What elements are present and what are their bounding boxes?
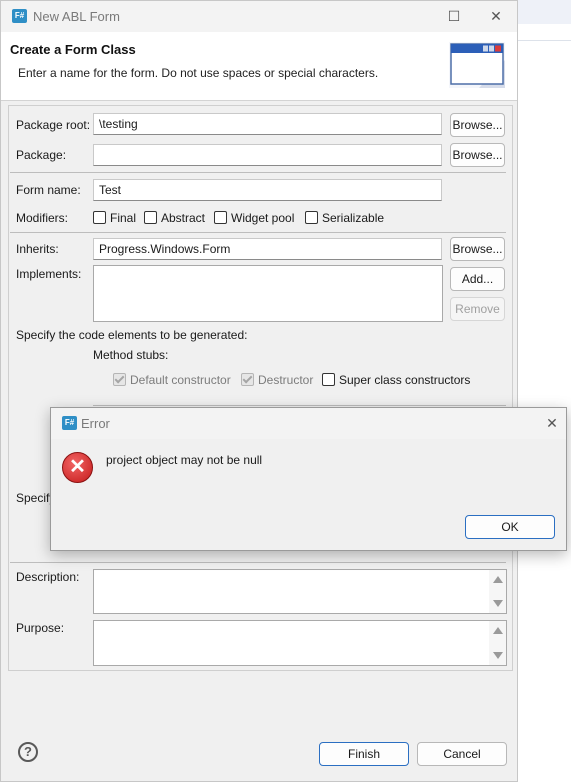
checkbox-box (144, 211, 157, 224)
background-window (518, 0, 571, 784)
form-wizard-icon (449, 42, 505, 88)
maximize-button[interactable]: ☐ (439, 5, 469, 27)
description-label: Description: (16, 570, 80, 584)
checkbox-box (305, 211, 318, 224)
abstract-label: Abstract (161, 211, 206, 225)
browse-package-root-button[interactable]: Browse... (450, 113, 505, 137)
separator (93, 405, 506, 406)
scroll-down-icon[interactable] (493, 600, 503, 607)
serializable-label: Serializable (322, 211, 385, 225)
help-icon[interactable]: ? (18, 742, 38, 762)
cancel-button[interactable]: Cancel (417, 742, 507, 766)
background-divider (518, 40, 571, 41)
background-window-header (518, 0, 571, 24)
final-label: Final (110, 211, 137, 225)
ok-button[interactable]: OK (465, 515, 555, 539)
super-class-constructors-checkbox[interactable]: Super class constructors (322, 373, 470, 387)
widget-pool-checkbox[interactable]: Widget pool (214, 211, 294, 225)
page-title: Create a Form Class (10, 42, 136, 57)
error-title-bar: F# Error ✕ (51, 408, 566, 439)
separator (10, 172, 506, 173)
error-message: project object may not be null (106, 453, 263, 467)
separator (10, 562, 506, 563)
close-button[interactable]: ✕ (481, 5, 511, 27)
code-elements-label: Specify the code elements to be generate… (16, 328, 248, 342)
scroll-down-icon[interactable] (493, 652, 503, 659)
final-checkbox[interactable]: Final (93, 211, 136, 225)
super-class-constructors-label: Super class constructors (339, 373, 471, 387)
app-icon: F# (62, 416, 77, 430)
destructor-label: Destructor (258, 373, 314, 387)
form-name-label: Form name: (16, 183, 81, 197)
remove-interface-button[interactable]: Remove (450, 297, 505, 321)
finish-button[interactable]: Finish (319, 742, 409, 766)
purpose-label: Purpose: (16, 621, 65, 635)
default-constructor-checkbox[interactable]: Default constructor (113, 373, 231, 387)
scroll-up-icon[interactable] (493, 627, 503, 634)
error-body: ✕ project object may not be null OK (51, 439, 566, 550)
modifiers-label: Modifiers: (16, 211, 69, 225)
package-input[interactable] (93, 144, 442, 166)
app-icon: F# (12, 9, 27, 23)
checkbox-box (93, 211, 106, 224)
inherits-input[interactable]: Progress.Windows.Form (93, 238, 442, 260)
abstract-checkbox[interactable]: Abstract (144, 211, 205, 225)
checkbox-box (322, 373, 335, 386)
widget-pool-label: Widget pool (231, 211, 295, 225)
title-bar: F# New ABL Form ☐ ✕ (1, 1, 517, 32)
separator (10, 232, 506, 233)
form-name-input[interactable]: Test (93, 179, 442, 201)
package-label: Package: (16, 148, 67, 162)
page-description: Enter a name for the form. Do not use sp… (18, 66, 379, 80)
error-close-button[interactable]: ✕ (537, 412, 567, 434)
purpose-scrollbar[interactable] (489, 621, 506, 665)
serializable-checkbox[interactable]: Serializable (305, 211, 384, 225)
purpose-textarea[interactable] (93, 620, 507, 666)
error-dialog: F# Error ✕ ✕ project object may not be n… (50, 407, 567, 551)
error-title: Error (81, 416, 110, 431)
inherits-label: Inherits: (16, 242, 59, 256)
implements-label: Implements: (16, 267, 82, 281)
description-scrollbar[interactable] (489, 570, 506, 613)
implements-list[interactable] (93, 265, 443, 322)
package-root-input[interactable]: \testing (93, 113, 442, 135)
new-abl-form-window: F# New ABL Form ☐ ✕ Create a Form Class … (0, 0, 518, 782)
error-icon: ✕ (62, 452, 93, 483)
browse-inherits-button[interactable]: Browse... (450, 237, 505, 261)
destructor-checkbox[interactable]: Destructor (241, 373, 313, 387)
checkbox-box (113, 373, 126, 386)
scroll-up-icon[interactable] (493, 576, 503, 583)
add-interface-button[interactable]: Add... (450, 267, 505, 291)
checkbox-box (214, 211, 227, 224)
window-title: New ABL Form (33, 9, 120, 24)
method-stubs-label: Method stubs: (93, 348, 169, 362)
package-root-label: Package root: (16, 118, 91, 132)
description-textarea[interactable] (93, 569, 507, 614)
checkbox-box (241, 373, 254, 386)
browse-package-button[interactable]: Browse... (450, 143, 505, 167)
default-constructor-label: Default constructor (130, 373, 231, 387)
wizard-banner: Create a Form Class Enter a name for the… (1, 32, 517, 101)
